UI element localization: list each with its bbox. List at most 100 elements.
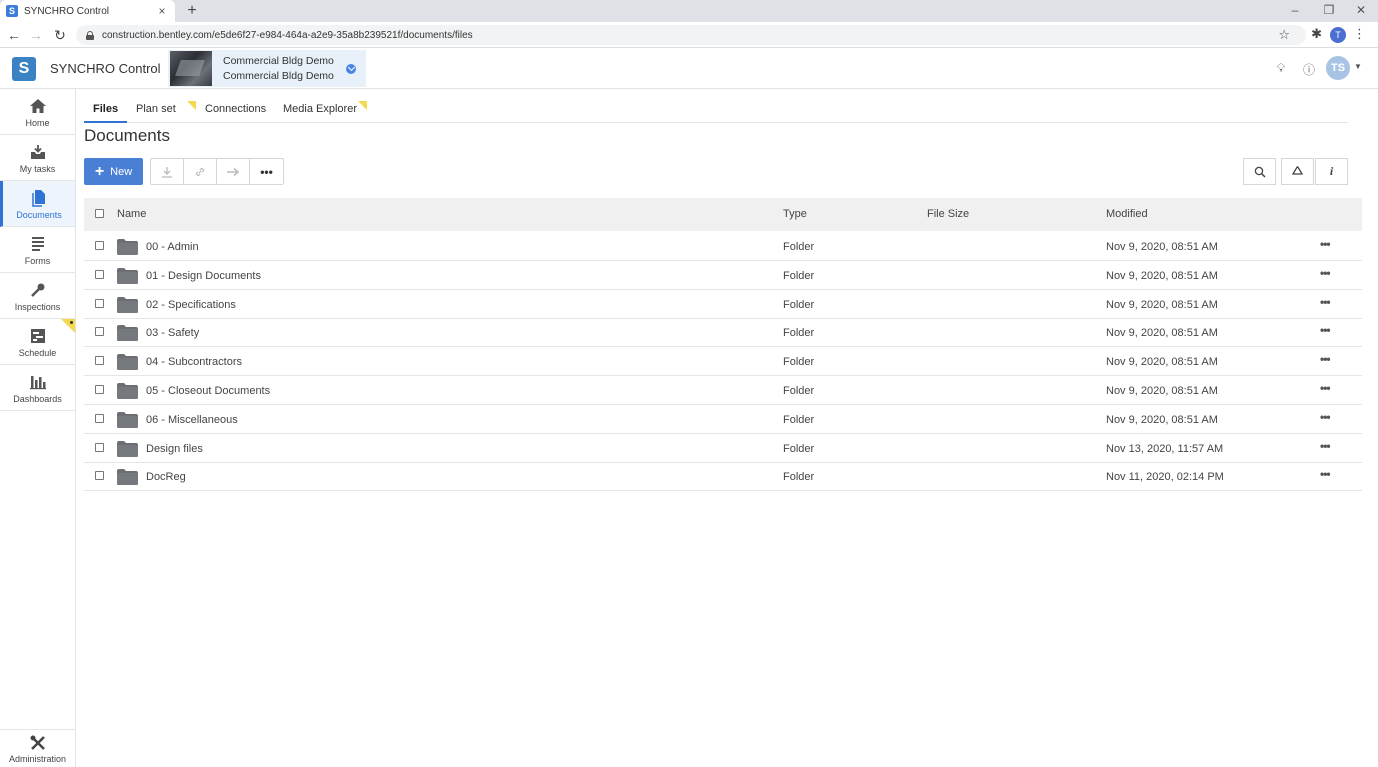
window-close-icon[interactable]: ✕ — [1344, 0, 1378, 22]
row-checkbox[interactable] — [95, 241, 104, 250]
table-row[interactable]: 04 - Subcontractors Folder Nov 9, 2020, 08… — [84, 347, 1362, 377]
table-row[interactable]: DocReg Folder Nov 11, 2020, 02:14 PM ••• — [84, 462, 1362, 492]
new-tab-button[interactable]: + — [184, 1, 200, 21]
column-header-modified[interactable]: Modified — [1106, 208, 1148, 220]
row-name[interactable]: 02 - Specifications — [146, 299, 236, 311]
download-button[interactable] — [151, 159, 184, 184]
row-more-actions-icon[interactable]: ••• — [1320, 467, 1331, 481]
row-more-actions-icon[interactable]: ••• — [1320, 237, 1331, 251]
inspection-icon — [30, 283, 44, 297]
project-dropdown-icon[interactable] — [346, 63, 356, 74]
page-title: Documents — [84, 126, 170, 145]
tab-connections[interactable]: Connections — [205, 97, 266, 123]
bookmark-star-icon[interactable]: ☆ — [1278, 27, 1290, 43]
tab-plan-set[interactable]: Plan set — [136, 97, 196, 123]
folder-icon — [117, 354, 138, 371]
row-name[interactable]: DocReg — [146, 471, 186, 483]
minimize-icon[interactable]: – — [1278, 0, 1312, 22]
row-checkbox[interactable] — [95, 298, 104, 308]
synchro-logo-icon[interactable]: S — [12, 57, 36, 81]
move-button[interactable] — [217, 159, 250, 184]
row-type: Folder — [783, 241, 815, 253]
table-row[interactable]: 01 - Design Documents Folder Nov 9, 2020, … — [84, 261, 1362, 290]
table-header: Name Type File Size Modified — [84, 198, 1362, 231]
chevron-down-icon[interactable]: ▼ — [1354, 62, 1362, 71]
row-modified: Nov 9, 2020, 08:51 AM — [1106, 356, 1218, 369]
sidebar-item-label: Documents — [16, 210, 62, 220]
sidebar-item-inspections[interactable]: Inspections — [0, 273, 75, 319]
row-checkbox[interactable] — [95, 356, 104, 366]
extensions-puzzle-icon[interactable]: ✱ — [1311, 26, 1322, 42]
tab-files[interactable]: Files — [84, 97, 128, 123]
row-modified: Nov 9, 2020, 08:51 AM — [1106, 385, 1218, 397]
project-selector[interactable]: Commercial Bldg Demo Commercial Bldg Dem… — [168, 50, 366, 87]
url-field[interactable]: construction.bentley.com/e5de6f27-e984-4… — [76, 25, 1306, 45]
browser-tab[interactable]: S SYNCHRO Control × — [0, 0, 175, 22]
row-name[interactable]: 03 - Safety — [146, 327, 199, 339]
back-arrow-icon[interactable]: ← — [5, 26, 23, 44]
row-more-actions-icon[interactable]: ••• — [1320, 323, 1331, 337]
row-checkbox[interactable] — [95, 442, 104, 452]
row-checkbox[interactable] — [95, 269, 104, 279]
row-name[interactable]: Design files — [146, 443, 203, 455]
row-more-actions-icon[interactable]: ••• — [1320, 295, 1331, 309]
reload-icon[interactable]: ↻ — [51, 26, 69, 44]
sidebar-item-dashboards[interactable]: Dashboards — [0, 365, 75, 411]
close-tab-icon[interactable]: × — [155, 4, 169, 18]
row-checkbox[interactable] — [95, 413, 104, 423]
row-name[interactable]: 04 - Subcontractors — [146, 356, 242, 368]
browser-profile-avatar[interactable]: T — [1330, 27, 1346, 43]
recycle-bin-button[interactable] — [1281, 158, 1314, 185]
row-more-actions-icon[interactable]: ••• — [1320, 410, 1331, 424]
column-header-type[interactable]: Type — [783, 208, 807, 220]
row-name[interactable]: 01 - Design Documents — [146, 270, 261, 282]
folder-icon — [117, 469, 138, 486]
table-row[interactable]: 00 - Admin Folder Nov 9, 2020, 08:51 AM ••• — [84, 232, 1362, 261]
row-checkbox[interactable] — [95, 385, 104, 394]
search-button[interactable] — [1243, 158, 1276, 185]
link-button[interactable] — [184, 159, 217, 184]
sidebar-item-documents[interactable]: Documents — [0, 181, 75, 227]
row-checkbox[interactable] — [95, 327, 104, 337]
row-name[interactable]: 00 - Admin — [146, 241, 199, 253]
user-avatar[interactable]: TS — [1326, 56, 1350, 80]
table-row[interactable]: 02 - Specifications Folder Nov 9, 2020, 08… — [84, 290, 1362, 319]
row-name[interactable]: 05 - Closeout Documents — [146, 385, 270, 397]
table-row[interactable]: 06 - Miscellaneous Folder Nov 9, 2020, 08:… — [84, 405, 1362, 434]
row-checkbox[interactable] — [95, 471, 104, 481]
sidebar: Home My tasks Documents Forms Inspection… — [0, 89, 76, 767]
new-button[interactable]: + New — [84, 158, 143, 185]
tools-icon — [30, 735, 45, 750]
row-more-actions-icon[interactable]: ••• — [1320, 439, 1331, 453]
browser-menu-icon[interactable]: ⋮ — [1353, 26, 1366, 42]
app-name: SYNCHRO Control — [50, 61, 161, 76]
sidebar-item-forms[interactable]: Forms — [0, 227, 75, 273]
row-name[interactable]: 06 - Miscellaneous — [146, 414, 238, 426]
row-more-actions-icon[interactable]: ••• — [1320, 381, 1331, 395]
sidebar-item-home[interactable]: Home — [0, 89, 75, 135]
column-header-name[interactable]: Name — [117, 208, 146, 220]
folder-icon — [117, 325, 138, 342]
table-row[interactable]: 03 - Safety Folder Nov 9, 2020, 08:51 AM ••… — [84, 318, 1362, 348]
help-icon[interactable]: ⓘ — [1301, 61, 1317, 78]
folder-icon — [117, 267, 138, 284]
more-actions-button[interactable]: ••• — [250, 159, 283, 184]
tab-media-explorer[interactable]: Media Explorer — [283, 97, 367, 123]
forward-arrow-icon[interactable]: → — [27, 26, 45, 44]
sidebar-item-my-tasks[interactable]: My tasks — [0, 135, 75, 181]
column-header-file-size[interactable]: File Size — [927, 208, 969, 220]
table-row[interactable]: 05 - Closeout Documents Folder Nov 9, 2020… — [84, 376, 1362, 405]
address-bar-row: ← → ↻ construction.bentley.com/e5de6f27-… — [0, 22, 1378, 48]
table-row[interactable]: Design files Folder Nov 13, 2020, 11:57 AM… — [84, 434, 1362, 463]
new-button-label: New — [110, 165, 133, 178]
restore-icon[interactable]: ❐ — [1312, 0, 1346, 22]
sidebar-item-schedule[interactable]: Schedule — [0, 319, 75, 365]
row-type: Folder — [783, 471, 815, 484]
folder-icon — [117, 383, 138, 399]
lightbulb-icon[interactable]: 💡︎ — [1273, 61, 1289, 76]
info-button[interactable]: i — [1315, 158, 1348, 185]
sidebar-item-administration[interactable]: Administration — [0, 729, 75, 767]
select-all-checkbox[interactable] — [95, 209, 104, 218]
row-more-actions-icon[interactable]: ••• — [1320, 352, 1331, 366]
row-more-actions-icon[interactable]: ••• — [1320, 266, 1331, 280]
